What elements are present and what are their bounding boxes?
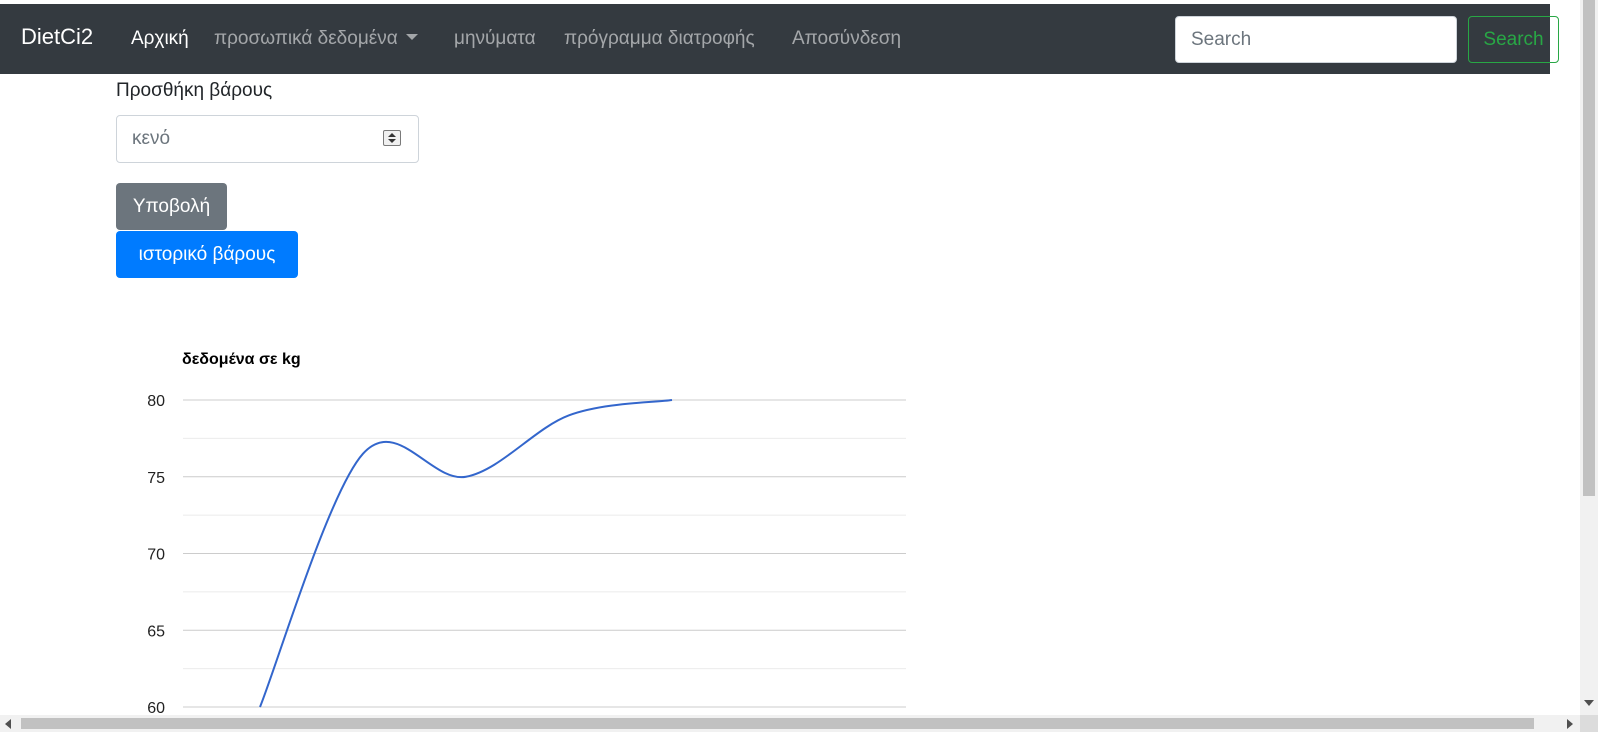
brand-link[interactable]: DietCi2 bbox=[21, 24, 93, 50]
nav-dropdown-personal-data[interactable]: προσωπικά δεδομένα bbox=[214, 28, 418, 50]
chart-gridlines bbox=[183, 399, 906, 708]
horizontal-scrollbar[interactable] bbox=[0, 715, 1580, 732]
number-spinner[interactable] bbox=[383, 130, 401, 146]
spinner-down-icon bbox=[388, 139, 396, 143]
scroll-down-arrow-icon[interactable] bbox=[1584, 700, 1594, 706]
spinner-up-icon bbox=[388, 133, 396, 137]
y-tick-label: 65 bbox=[147, 623, 165, 640]
y-tick-label: 70 bbox=[147, 547, 165, 564]
nav-link-messages[interactable]: μηνύματα bbox=[454, 28, 536, 50]
caret-down-icon bbox=[405, 34, 418, 40]
nav-link-home[interactable]: Αρχική bbox=[131, 28, 189, 50]
navbar: DietCi2 Αρχική προσωπικά δεδομένα μηνύμα… bbox=[0, 4, 1559, 74]
y-tick-label: 75 bbox=[147, 470, 165, 487]
weight-line-chart: 80 75 70 65 60 bbox=[147, 393, 906, 715]
add-weight-label: Προσθήκη βάρους bbox=[116, 80, 273, 101]
vertical-scroll-thumb[interactable] bbox=[1583, 0, 1595, 496]
weight-input[interactable] bbox=[116, 115, 419, 163]
vertical-scrollbar[interactable] bbox=[1580, 0, 1598, 715]
chart-title: δεδομένα σε kg bbox=[182, 351, 301, 368]
horizontal-scroll-thumb[interactable] bbox=[21, 718, 1534, 729]
nav-link-diet-program[interactable]: πρόγραμμα διατροφής bbox=[564, 28, 755, 50]
scroll-right-arrow-icon[interactable] bbox=[1567, 719, 1573, 729]
nav-link-logout[interactable]: Αποσύνδεση bbox=[792, 28, 901, 50]
scrollbar-corner bbox=[1580, 715, 1598, 732]
weight-history-button[interactable]: ιστορικό βάρους bbox=[116, 231, 298, 278]
search-button[interactable]: Search bbox=[1468, 16, 1559, 63]
y-tick-label: 80 bbox=[147, 393, 165, 410]
nav-dropdown-label: προσωπικά δεδομένα bbox=[214, 28, 398, 49]
submit-button[interactable]: Υποβολή bbox=[116, 183, 227, 230]
search-input[interactable] bbox=[1175, 16, 1457, 63]
scroll-left-arrow-icon[interactable] bbox=[5, 719, 11, 729]
y-tick-label: 60 bbox=[147, 700, 165, 715]
